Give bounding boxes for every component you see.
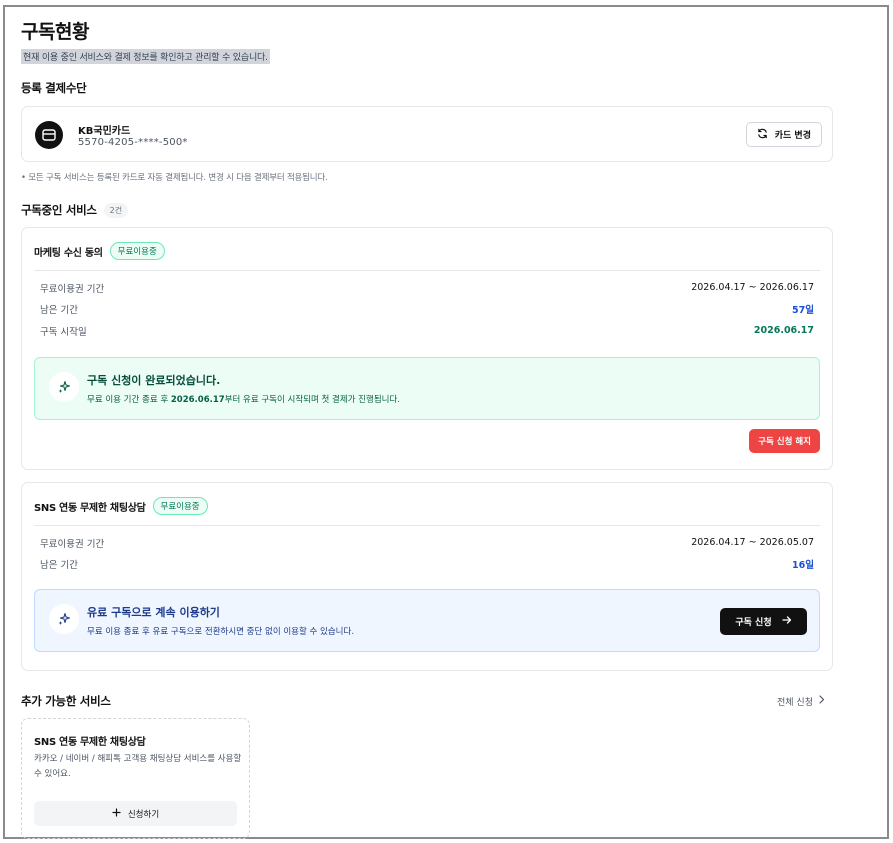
info-value: 2026.04.17 ~ 2026.05.07	[691, 537, 814, 549]
info-label: 남은 기간	[40, 305, 78, 317]
change-card-label: 카드 변경	[774, 131, 811, 141]
cancel-subscription-button[interactable]: 구독 신청 해지	[749, 428, 820, 453]
payment-note: • 모든 구독 서비스는 등록된 카드로 자동 결제됩니다. 변경 시 다음 결…	[21, 173, 328, 183]
subscriptions-header: 구독중인 서비스 2건	[21, 202, 833, 218]
refresh-icon	[757, 128, 768, 142]
sparkle-icon	[49, 604, 79, 634]
change-card-button[interactable]: 카드 변경	[745, 122, 822, 147]
banner-text-suffix: 부터 유료 구독이 시작되며 첫 결제가 진행됩니다.	[224, 394, 400, 405]
divider	[34, 270, 820, 271]
banner-text-date: 2026.06.17	[170, 394, 225, 405]
info-value: 2026.04.17 ~ 2026.06.17	[691, 282, 814, 294]
sparkle-icon	[49, 371, 79, 402]
paid-upgrade-banner: 유료 구독으로 계속 이용하기 무료 이용 종료 후 유료 구독으로 전환하시면…	[34, 589, 820, 652]
apply-button-label: 신청하기	[127, 809, 160, 820]
service-title: 마케팅 수신 동의	[34, 247, 103, 259]
subscribe-button[interactable]: 구독 신청	[720, 608, 807, 635]
info-label: 구독 시작일	[40, 326, 87, 338]
status-badge: 무료이용중	[109, 242, 165, 260]
subscription-card-sns-chat: SNS 연동 무제한 채팅상담 무료이용중 무료이용권 기간 2026.04.1…	[21, 482, 833, 671]
info-label: 남은 기간	[40, 560, 78, 572]
divider	[34, 525, 820, 526]
subscribe-button-label: 구독 신청	[735, 618, 772, 628]
service-title: SNS 연동 무제한 채팅상담	[34, 502, 146, 514]
apply-button[interactable]: 신청하기	[34, 801, 237, 826]
info-row: 구독 시작일 2026.06.17	[34, 320, 820, 342]
arrow-right-icon	[781, 615, 792, 628]
subscription-card-marketing: 마케팅 수신 동의 무료이용중 무료이용권 기간 2026.04.17 ~ 20…	[21, 227, 833, 470]
info-row: 무료이용권 기간 2026.04.17 ~ 2026.06.17	[34, 277, 820, 299]
view-all-label: 전체 신청	[777, 697, 813, 708]
additional-section-title: 추가 가능한 서비스	[21, 694, 111, 708]
info-row: 남은 기간 57일	[34, 299, 820, 321]
chevron-right-icon	[819, 695, 825, 707]
additional-service-title: SNS 연동 무제한 채팅상담	[34, 737, 146, 748]
credit-card-icon	[35, 121, 63, 149]
page-frame: 구독현황 현재 이용 중인 서비스와 결제 정보를 확인하고 관리할 수 있습니…	[3, 5, 889, 839]
banner-text: 무료 이용 종료 후 유료 구독으로 전환하시면 중단 없이 이용할 수 있습니…	[87, 627, 355, 637]
info-row: 남은 기간 16일	[34, 554, 820, 576]
card-number: 5570-4205-****-500*	[78, 137, 188, 148]
info-row: 무료이용권 기간 2026.04.17 ~ 2026.05.07	[34, 532, 820, 554]
info-label: 무료이용권 기간	[40, 538, 105, 550]
additional-service-description: 카카오 / 네이버 / 해피톡 고객용 채팅상담 서비스를 사용할 수 있어요.	[34, 754, 242, 779]
page-title: 구독현황	[21, 21, 89, 43]
subscriptions-section-title: 구독중인 서비스	[21, 203, 97, 217]
card-name: KB국민카드	[78, 126, 131, 137]
info-label: 무료이용권 기간	[40, 283, 105, 295]
info-value-start-date: 2026.06.17	[753, 325, 814, 337]
payment-section-title: 등록 결제수단	[21, 81, 87, 95]
additional-service-card: SNS 연동 무제한 채팅상담 카카오 / 네이버 / 해피톡 고객용 채팅상담…	[21, 718, 250, 839]
additional-services-header: 추가 가능한 서비스 전체 신청	[21, 693, 833, 709]
payment-method-card: KB국민카드 5570-4205-****-500* 카드 변경	[21, 106, 833, 162]
status-badge: 무료이용중	[152, 497, 208, 515]
page-description: 현재 이용 중인 서비스와 결제 정보를 확인하고 관리할 수 있습니다.	[21, 49, 270, 64]
info-value-remaining: 57일	[792, 305, 814, 317]
banner-text: 무료 이용 기간 종료 후 2026.06.17부터 유료 구독이 시작되며 첫…	[87, 393, 400, 405]
subscription-count-badge: 2건	[103, 202, 129, 218]
subscription-complete-banner: 구독 신청이 완료되었습니다. 무료 이용 기간 종료 후 2026.06.17…	[34, 356, 820, 420]
banner-title: 유료 구독으로 계속 이용하기	[87, 606, 220, 619]
banner-title: 구독 신청이 완료되었습니다.	[87, 373, 221, 387]
subscription-page: 구독현황 현재 이용 중인 서비스와 결제 정보를 확인하고 관리할 수 있습니…	[21, 17, 833, 839]
info-value-remaining: 16일	[792, 560, 814, 572]
banner-text-prefix: 무료 이용 기간 종료 후	[87, 394, 171, 405]
plus-icon	[112, 807, 121, 820]
view-all-link[interactable]: 전체 신청	[777, 695, 833, 708]
